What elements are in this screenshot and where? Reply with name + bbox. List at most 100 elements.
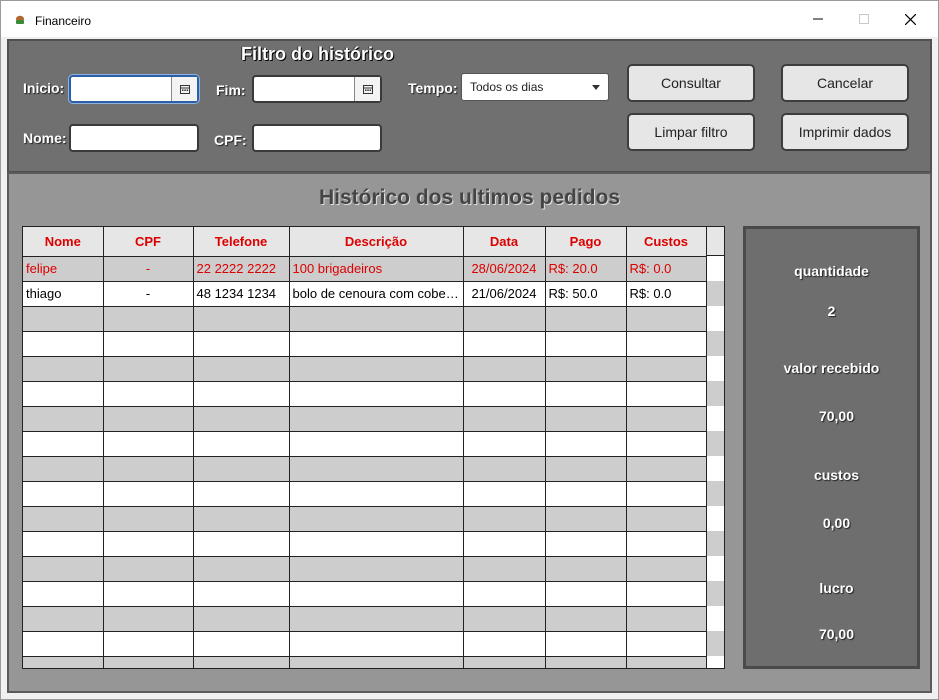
tempo-select[interactable]: Todos os dias — [461, 73, 609, 101]
column-header-cpf[interactable]: CPF — [103, 227, 194, 257]
table-cell — [545, 331, 627, 357]
table-row[interactable] — [23, 606, 707, 632]
table-row[interactable]: felipe -22 2222 2222 100 brigadeiros 28/06/… — [23, 256, 707, 282]
history-table[interactable]: Nome CPF Telefone Descrição Data Pago Custos f… — [22, 226, 725, 669]
table-cell — [23, 606, 104, 632]
table-cell — [289, 356, 464, 382]
inicio-date-field[interactable] — [69, 75, 199, 103]
table-cell — [289, 506, 464, 532]
table-scroll-column[interactable] — [706, 227, 724, 668]
table-cell — [23, 381, 104, 407]
table-row[interactable] — [23, 406, 707, 432]
window-title: Financeiro — [35, 14, 92, 28]
maximize-icon — [859, 14, 869, 24]
table-row[interactable] — [23, 381, 707, 407]
table-row[interactable] — [23, 631, 707, 657]
table-row[interactable] — [23, 556, 707, 582]
table-cell — [289, 306, 464, 332]
table-row[interactable] — [23, 656, 707, 668]
chevron-down-icon — [592, 85, 600, 90]
table-cell — [626, 331, 707, 357]
table-cell — [103, 656, 194, 668]
table-cell — [545, 531, 627, 557]
table-cell — [193, 556, 290, 582]
table-row[interactable] — [23, 531, 707, 557]
column-header-telefone[interactable]: Telefone — [193, 227, 290, 257]
limpar-filtro-button[interactable]: Limpar filtro — [627, 113, 755, 151]
table-cell — [193, 531, 290, 557]
table-row[interactable] — [23, 581, 707, 607]
table-cell — [23, 631, 104, 657]
table-cell — [193, 506, 290, 532]
table-cell: - — [103, 256, 194, 282]
table-cell: bolo de cenoura com cobertura — [289, 281, 464, 307]
table-cell — [463, 631, 546, 657]
column-header-descricao[interactable]: Descrição — [289, 227, 464, 257]
imprimir-dados-button[interactable]: Imprimir dados — [781, 113, 909, 151]
quantidade-value: 2 — [827, 303, 836, 319]
minimize-button[interactable] — [795, 1, 841, 37]
table-cell — [289, 631, 464, 657]
table-cell — [289, 481, 464, 507]
table-cell — [23, 556, 104, 582]
column-header-pago[interactable]: Pago — [545, 227, 627, 257]
table-cell — [463, 456, 546, 482]
nome-field[interactable] — [69, 124, 199, 152]
table-cell — [103, 531, 194, 557]
table-cell — [193, 356, 290, 382]
table-cell — [103, 331, 194, 357]
table-cell — [289, 381, 464, 407]
table-cell: 21/06/2024 — [463, 281, 546, 307]
close-button[interactable] — [887, 1, 933, 37]
table-cell — [289, 556, 464, 582]
table-cell — [626, 306, 707, 332]
maximize-button[interactable] — [841, 1, 887, 37]
table-cell — [545, 581, 627, 607]
table-row[interactable] — [23, 481, 707, 507]
table-cell — [626, 456, 707, 482]
filter-title: Filtro do histórico — [241, 44, 394, 64]
table-row[interactable] — [23, 506, 707, 532]
table-row[interactable] — [23, 356, 707, 382]
table-cell — [545, 556, 627, 582]
column-header-data[interactable]: Data — [463, 227, 546, 257]
table-cell — [23, 356, 104, 382]
table-cell: R$: 0.0 — [626, 281, 707, 307]
history-panel: Histórico dos ultimos pedidos Nome CPF Tel… — [7, 172, 932, 693]
table-row[interactable] — [23, 431, 707, 457]
cpf-label: CPF: — [214, 132, 247, 148]
fim-date-field[interactable] — [252, 75, 382, 103]
table-cell: 28/06/2024 — [463, 256, 546, 282]
table-row[interactable]: thiago -48 1234 1234 bolo de cenoura com c… — [23, 281, 707, 307]
table-cell — [193, 631, 290, 657]
fim-label: Fim: — [216, 82, 246, 98]
table-cell — [463, 531, 546, 557]
table-cell — [463, 306, 546, 332]
consultar-button[interactable]: Consultar — [627, 64, 755, 102]
tempo-select-value: Todos os dias — [470, 80, 544, 94]
app-icon — [16, 15, 24, 24]
table-cell — [103, 456, 194, 482]
minimize-icon — [813, 18, 823, 20]
table-row[interactable] — [23, 456, 707, 482]
table-cell — [103, 356, 194, 382]
column-header-nome[interactable]: Nome — [23, 227, 104, 257]
custos-value: 0,00 — [822, 515, 851, 531]
cpf-field[interactable] — [252, 124, 382, 152]
fim-calendar-button[interactable] — [354, 77, 380, 101]
table-cell: 100 brigadeiros — [289, 256, 464, 282]
table-cell — [103, 631, 194, 657]
table-cell — [23, 581, 104, 607]
inicio-calendar-button[interactable] — [171, 77, 197, 101]
table-cell — [289, 606, 464, 632]
table-row[interactable] — [23, 306, 707, 332]
cancelar-button[interactable]: Cancelar — [781, 64, 909, 102]
table-cell: R$: 20.0 — [545, 256, 627, 282]
column-header-custos[interactable]: Custos — [626, 227, 707, 257]
table-row[interactable] — [23, 331, 707, 357]
filter-panel: Filtro do histórico Inicio: Fim: Tempo: … — [7, 39, 932, 173]
table-cell — [23, 306, 104, 332]
calendar-icon — [179, 84, 190, 94]
table-cell — [103, 556, 194, 582]
custos-label: custos — [813, 467, 860, 483]
